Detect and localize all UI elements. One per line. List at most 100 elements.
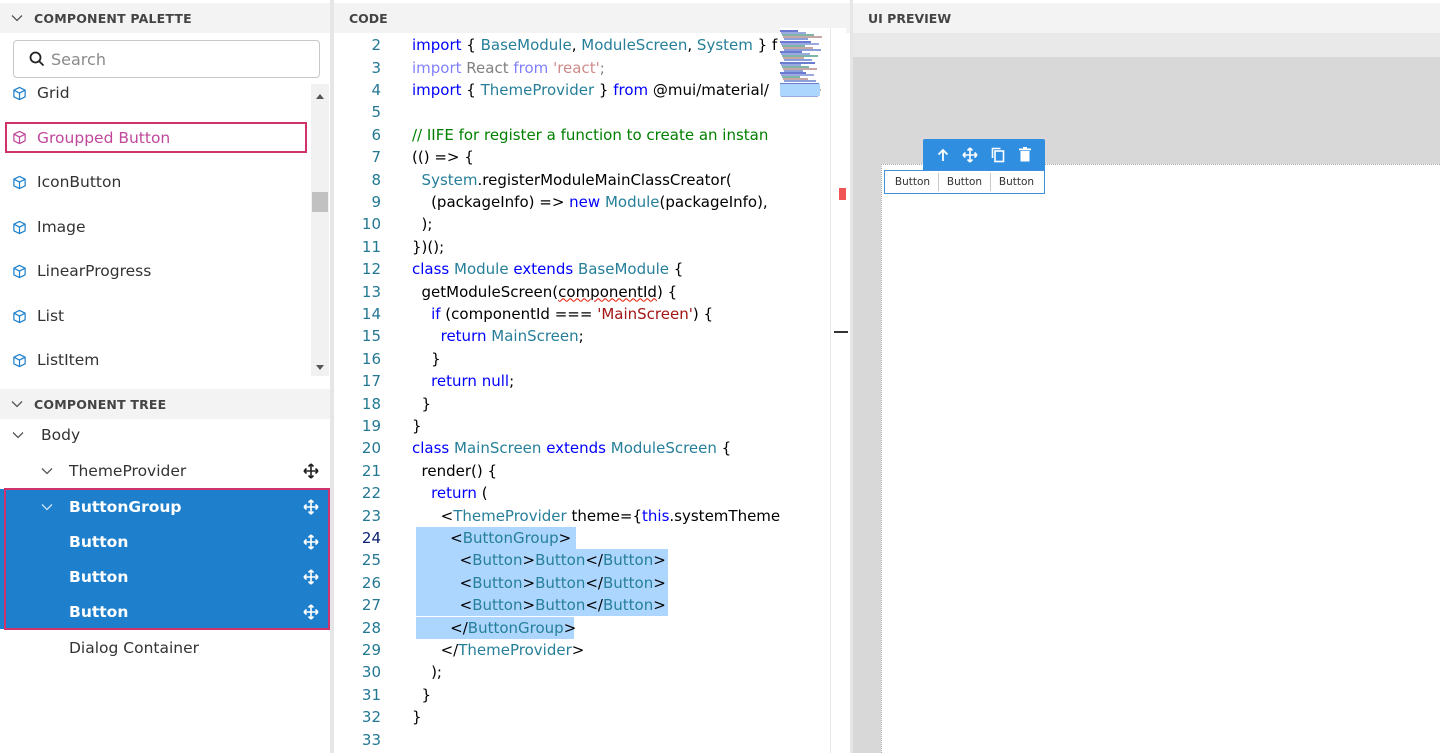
line-number: 14	[361, 305, 381, 324]
line-number: 6	[371, 125, 381, 144]
component-tree-header[interactable]: COMPONENT TREE	[0, 389, 330, 419]
code-line[interactable]: 6 // IIFE for register a function to crea…	[334, 124, 780, 146]
scrollbar-thumb[interactable]	[312, 192, 328, 212]
code-line[interactable]: 24 <ButtonGroup>	[334, 526, 780, 550]
code-line[interactable]: 13 getModuleScreen(componentId) {	[334, 281, 780, 303]
code-minimap[interactable]	[780, 28, 830, 753]
code-line[interactable]: 30 );	[334, 661, 780, 683]
palette-item-grid[interactable]: Grid	[0, 82, 310, 115]
code-line[interactable]: 14 if (componentId === 'MainScreen') {	[334, 303, 780, 325]
tree-node-label: Button	[69, 567, 129, 586]
line-number: 19	[361, 417, 381, 436]
code-line[interactable]: 17 return null;	[334, 370, 780, 392]
code-line[interactable]: 25 <Button>Button</Button>	[334, 549, 780, 572]
line-number: 30	[361, 663, 381, 682]
tree-node-label: ButtonGroup	[69, 497, 182, 516]
code-line[interactable]: 29 </ThemeProvider>	[334, 639, 780, 661]
tree-node-body[interactable]: Body	[0, 417, 330, 452]
code-title: CODE	[349, 10, 388, 26]
line-number: 15	[361, 327, 381, 346]
tree-node-button[interactable]: Button	[0, 524, 330, 559]
scroll-up-icon[interactable]	[316, 94, 324, 99]
tree-node-button[interactable]: Button	[0, 594, 330, 629]
move-icon[interactable]	[303, 533, 319, 550]
preview-page[interactable]	[881, 164, 1440, 753]
tree-node-dialog-container[interactable]: Dialog Container	[0, 630, 330, 665]
chevron-down-icon[interactable]	[41, 503, 53, 511]
code-line[interactable]: 28 </ButtonGroup>	[334, 616, 780, 639]
code-line[interactable]: 33	[334, 729, 780, 751]
left-panel: COMPONENT PALETTE Grid Groupped Button I…	[0, 0, 330, 753]
code-line[interactable]: 9 (packageInfo) => new Module(packageInf…	[334, 191, 780, 213]
code-line[interactable]: 7 (() => {	[334, 146, 780, 168]
code-line[interactable]: 3 import React from 'react';	[334, 57, 780, 79]
palette-search-field[interactable]	[13, 40, 320, 78]
delete-icon[interactable]	[1014, 144, 1036, 166]
palette-item-iconbutton[interactable]: IconButton	[0, 160, 310, 204]
scroll-down-icon[interactable]	[316, 365, 324, 370]
chevron-down-icon[interactable]	[41, 467, 53, 475]
code-line[interactable]: 2 import { BaseModule, ModuleScreen, Syst…	[334, 34, 780, 56]
move-icon[interactable]	[959, 144, 981, 166]
palette-item-linearprogress[interactable]: LinearProgress	[0, 249, 310, 293]
preview-button[interactable]: Button	[887, 173, 939, 191]
code-line[interactable]: 12 class Module extends BaseModule {	[334, 258, 780, 280]
cube-icon	[12, 264, 27, 279]
palette-search-input[interactable]	[51, 49, 301, 69]
palette-item-image[interactable]: Image	[0, 205, 310, 249]
code-line[interactable]: 22 return (	[334, 482, 780, 504]
code-text: </ThemeProvider>	[412, 641, 585, 660]
code-line[interactable]: 10 );	[334, 213, 780, 235]
code-line[interactable]: 20 class MainScreen extends ModuleScreen …	[334, 437, 780, 459]
chevron-down-icon[interactable]	[12, 431, 24, 439]
palette-item-groupped-button[interactable]: Groupped Button	[5, 122, 307, 153]
tree-node-themeprovider[interactable]: ThemeProvider	[0, 453, 330, 488]
code-line[interactable]: 27 <Button>Button</Button>	[334, 594, 780, 617]
line-number: 21	[361, 461, 381, 480]
code-text: return null;	[431, 372, 515, 391]
tree-node-label: Body	[41, 425, 81, 444]
move-icon[interactable]	[303, 498, 319, 515]
line-number: 29	[361, 641, 381, 660]
code-scrollbar[interactable]	[830, 28, 848, 753]
line-number: 25	[361, 551, 381, 570]
move-icon[interactable]	[303, 603, 319, 620]
code-line[interactable]: 19}	[334, 415, 780, 437]
preview-button[interactable]: Button	[991, 173, 1042, 191]
arrow-up-icon[interactable]	[932, 144, 954, 166]
code-text: <Button>Button</Button>	[412, 596, 666, 615]
palette-item-list[interactable]: List	[0, 294, 310, 338]
line-number: 24	[361, 529, 381, 548]
move-icon[interactable]	[303, 462, 319, 479]
tree-node-button[interactable]: Button	[0, 559, 330, 594]
cube-icon	[12, 353, 27, 368]
code-line[interactable]: 15 return MainScreen;	[334, 325, 780, 347]
tree-node-label: Button	[69, 602, 129, 621]
component-palette-title: COMPONENT PALETTE	[34, 10, 192, 26]
line-number: 32	[361, 708, 381, 727]
copy-icon[interactable]	[987, 144, 1009, 166]
code-line[interactable]: 4 import { ThemeProvider } from @mui/mate…	[334, 79, 780, 101]
palette-scrollbar[interactable]	[311, 84, 329, 376]
tree-node-buttongroup[interactable]: ButtonGroup	[0, 489, 330, 524]
code-text: (packageInfo) => new Module(packageInfo)…	[412, 193, 768, 212]
palette-item-listitem[interactable]: ListItem	[0, 338, 310, 378]
code-line[interactable]: 21 render() {	[334, 460, 780, 482]
code-line[interactable]: 5	[334, 101, 780, 123]
component-palette-header[interactable]: COMPONENT PALETTE	[0, 3, 330, 33]
line-number: 8	[371, 170, 381, 189]
code-line[interactable]: 8 System.registerModuleMainClassCreator(	[334, 169, 780, 191]
line-number: 5	[371, 103, 381, 122]
move-icon[interactable]	[303, 568, 319, 585]
code-line[interactable]: 18 }	[334, 393, 780, 415]
line-number: 26	[361, 573, 381, 592]
preview-button-group[interactable]: Button Button Button	[884, 170, 1045, 194]
code-line[interactable]: 26 <Button>Button</Button>	[334, 571, 780, 595]
code-line[interactable]: 11})();	[334, 236, 780, 258]
code-line[interactable]: 31 }	[334, 684, 780, 706]
preview-button[interactable]: Button	[939, 173, 991, 191]
code-line[interactable]: 23 <ThemeProvider theme={this.systemThem…	[334, 505, 790, 527]
code-line[interactable]: 16 }	[334, 348, 780, 370]
code-text: return (	[431, 484, 488, 503]
code-line[interactable]: 32}	[334, 706, 780, 728]
